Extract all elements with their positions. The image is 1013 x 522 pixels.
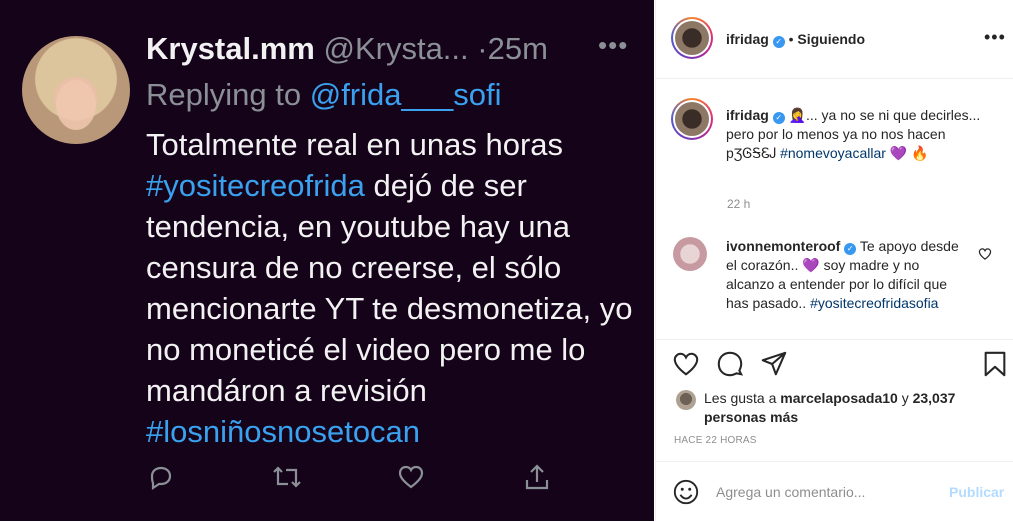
comment-like-icon[interactable]: [978, 247, 992, 261]
caption-time[interactable]: 22 h: [727, 197, 750, 211]
tweet-more-icon: •••: [598, 30, 629, 60]
comment-icon[interactable]: [716, 350, 744, 378]
liker-avatar[interactable]: [676, 390, 696, 410]
add-comment-bar: Publicar: [656, 461, 1013, 522]
post-header: ifridag ✓ • Siguiendo •••: [656, 0, 1013, 79]
caption-hashtag[interactable]: #nomevoyacallar: [780, 145, 886, 161]
heart-icon[interactable]: [672, 350, 700, 378]
caption-username[interactable]: ifridag: [726, 107, 769, 123]
share-icon[interactable]: [760, 350, 788, 378]
post-author: ifridag ✓ • Siguiendo: [726, 31, 866, 48]
verified-icon: ✓: [772, 36, 785, 48]
commenter-avatar[interactable]: [673, 237, 707, 271]
publish-button[interactable]: Publicar: [949, 484, 1004, 500]
tweet-hashtag: #losniñosnosetocan: [146, 414, 421, 449]
story-ring[interactable]: [671, 17, 713, 59]
post-caption: ifridag ✓ 🤦‍♀️... ya no se ni que decirl…: [726, 107, 981, 161]
tweet-header: Krystal.mm @Krysta... ·25m: [146, 30, 548, 68]
post-panel: ifridag ✓ • Siguiendo ••• ifridag ✓ 🤦‍♀️…: [655, 0, 1013, 521]
share-icon: [525, 464, 549, 490]
post-author-username[interactable]: ifridag: [726, 31, 769, 47]
comment-hashtag[interactable]: #yositecreofridasofia: [810, 295, 938, 311]
post-timestamp[interactable]: HACE 22 HORAS: [674, 435, 757, 446]
comment-input[interactable]: [716, 480, 936, 504]
likes-summary: Les gusta a marcelaposada10 y 23,037 per…: [704, 390, 956, 425]
verified-icon: ✓: [772, 112, 785, 124]
tweet-time: ·25m: [477, 31, 548, 66]
caption-story-ring[interactable]: [671, 98, 713, 140]
tweet-avatar: [22, 36, 130, 144]
emoji-icon[interactable]: [672, 478, 700, 506]
tweet-text: Totalmente real en unas horas #yositecre…: [146, 127, 633, 449]
tweet-author-name: Krystal.mm: [146, 31, 315, 66]
tweet-hashtag: #yositecreofrida: [146, 168, 365, 203]
liker-username[interactable]: marcelaposada10: [780, 390, 898, 406]
comment: ivonnemonteroof ✓ Te apoyo desde el cora…: [726, 238, 959, 311]
tweet-author-handle: @Krysta...: [323, 31, 469, 66]
verified-icon: ✓: [844, 243, 857, 255]
tweet-mention: @frida___sofi: [309, 77, 502, 112]
following-button[interactable]: Siguiendo: [797, 31, 865, 47]
reply-icon: [150, 466, 172, 491]
tweet-replying-to: Replying to @frida___sofi: [146, 77, 502, 112]
retweet-icon: [273, 466, 301, 488]
tweet-actions: [146, 462, 556, 496]
caption-avatar[interactable]: [675, 102, 709, 136]
post-image: Krystal.mm @Krysta... ·25m ••• Replying …: [0, 0, 654, 521]
bookmark-icon[interactable]: [981, 350, 1009, 378]
more-options-icon[interactable]: •••: [984, 27, 1006, 48]
divider: [656, 339, 1013, 340]
avatar[interactable]: [675, 21, 709, 55]
comment-username[interactable]: ivonnemonteroof: [726, 238, 840, 254]
like-icon: [398, 465, 424, 489]
